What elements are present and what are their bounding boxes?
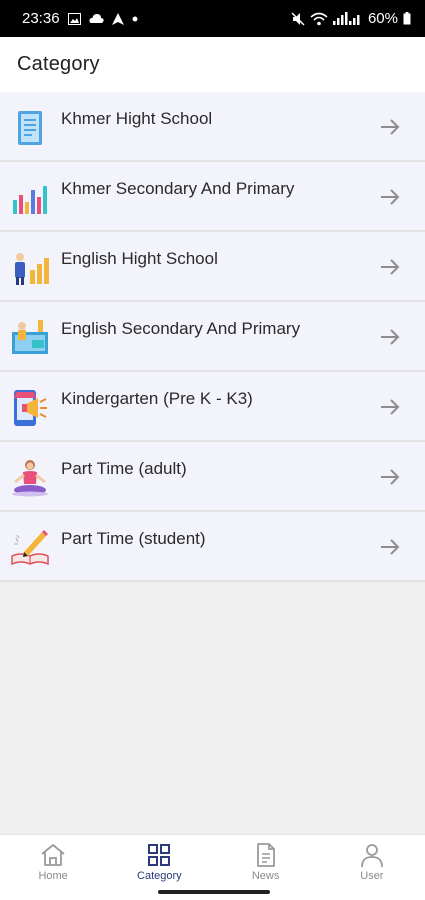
category-label: Khmer Secondary And Primary — [61, 179, 295, 198]
battery-percent: 60% — [367, 10, 398, 27]
nav-label: User — [360, 870, 384, 882]
category-item[interactable]: Part Time (adult) — [0, 442, 425, 512]
nav-category[interactable]: Category — [106, 835, 212, 884]
mute-icon — [291, 11, 305, 26]
arrow-right-icon — [379, 328, 401, 346]
nav-label: News — [251, 870, 280, 882]
nav-label: Category — [137, 870, 182, 882]
arrow-right-icon — [379, 398, 401, 416]
category-label: Kindergarten (Pre K - K3) — [61, 389, 253, 408]
arrow-right-icon — [379, 538, 401, 556]
battery-icon — [403, 12, 411, 25]
category-label: Part Time (student) — [61, 529, 206, 548]
cloud-icon — [88, 13, 104, 24]
home-gesture-bar[interactable] — [158, 890, 270, 894]
nav-label: Home — [38, 870, 68, 882]
gallery-icon — [67, 12, 81, 25]
category-label: English Hight School — [61, 249, 218, 268]
category-label: English Secondary And Primary — [61, 319, 301, 338]
nav-user[interactable]: User — [319, 835, 425, 884]
arrow-right-icon — [379, 258, 401, 276]
category-item[interactable]: English Hight School — [0, 232, 425, 302]
signal-icon — [332, 12, 363, 25]
category-list: Khmer Hight School Khmer Secondary And P… — [0, 92, 425, 582]
growth-chart-person-icon — [10, 248, 50, 288]
home-icon — [39, 841, 67, 869]
pencil-book-icon — [10, 528, 50, 568]
user-icon — [358, 841, 386, 869]
wifi-icon — [310, 12, 328, 26]
nav-news[interactable]: News — [213, 835, 319, 884]
category-label: Part Time (adult) — [61, 459, 187, 478]
arrow-right-icon — [379, 118, 401, 136]
nav-home[interactable]: Home — [0, 835, 106, 884]
status-time: 23:36 — [22, 10, 60, 27]
page-title: Category — [17, 53, 100, 75]
category-item[interactable]: Part Time (student) — [0, 512, 425, 582]
book-icon — [10, 108, 50, 148]
notification-dot-icon — [132, 16, 138, 22]
navigation-icon — [111, 12, 124, 25]
phone-megaphone-icon — [10, 388, 50, 428]
arrow-right-icon — [379, 188, 401, 206]
category-item[interactable]: English Secondary And Primary — [0, 302, 425, 372]
yoga-person-icon — [10, 458, 50, 498]
bar-chart-icon — [10, 178, 50, 218]
category-label: Khmer Hight School — [61, 109, 213, 128]
app-header: Category — [0, 37, 425, 92]
gesture-area — [0, 884, 425, 900]
document-icon — [252, 841, 280, 869]
bottom-nav: Home Category News User — [0, 834, 425, 884]
classroom-icon — [10, 318, 50, 358]
category-item[interactable]: Kindergarten (Pre K - K3) — [0, 372, 425, 442]
arrow-right-icon — [379, 468, 401, 486]
category-item[interactable]: Khmer Secondary And Primary — [0, 162, 425, 232]
category-item[interactable]: Khmer Hight School — [0, 92, 425, 162]
grid-icon — [145, 841, 173, 869]
status-bar: 23:36 60% — [0, 0, 425, 37]
